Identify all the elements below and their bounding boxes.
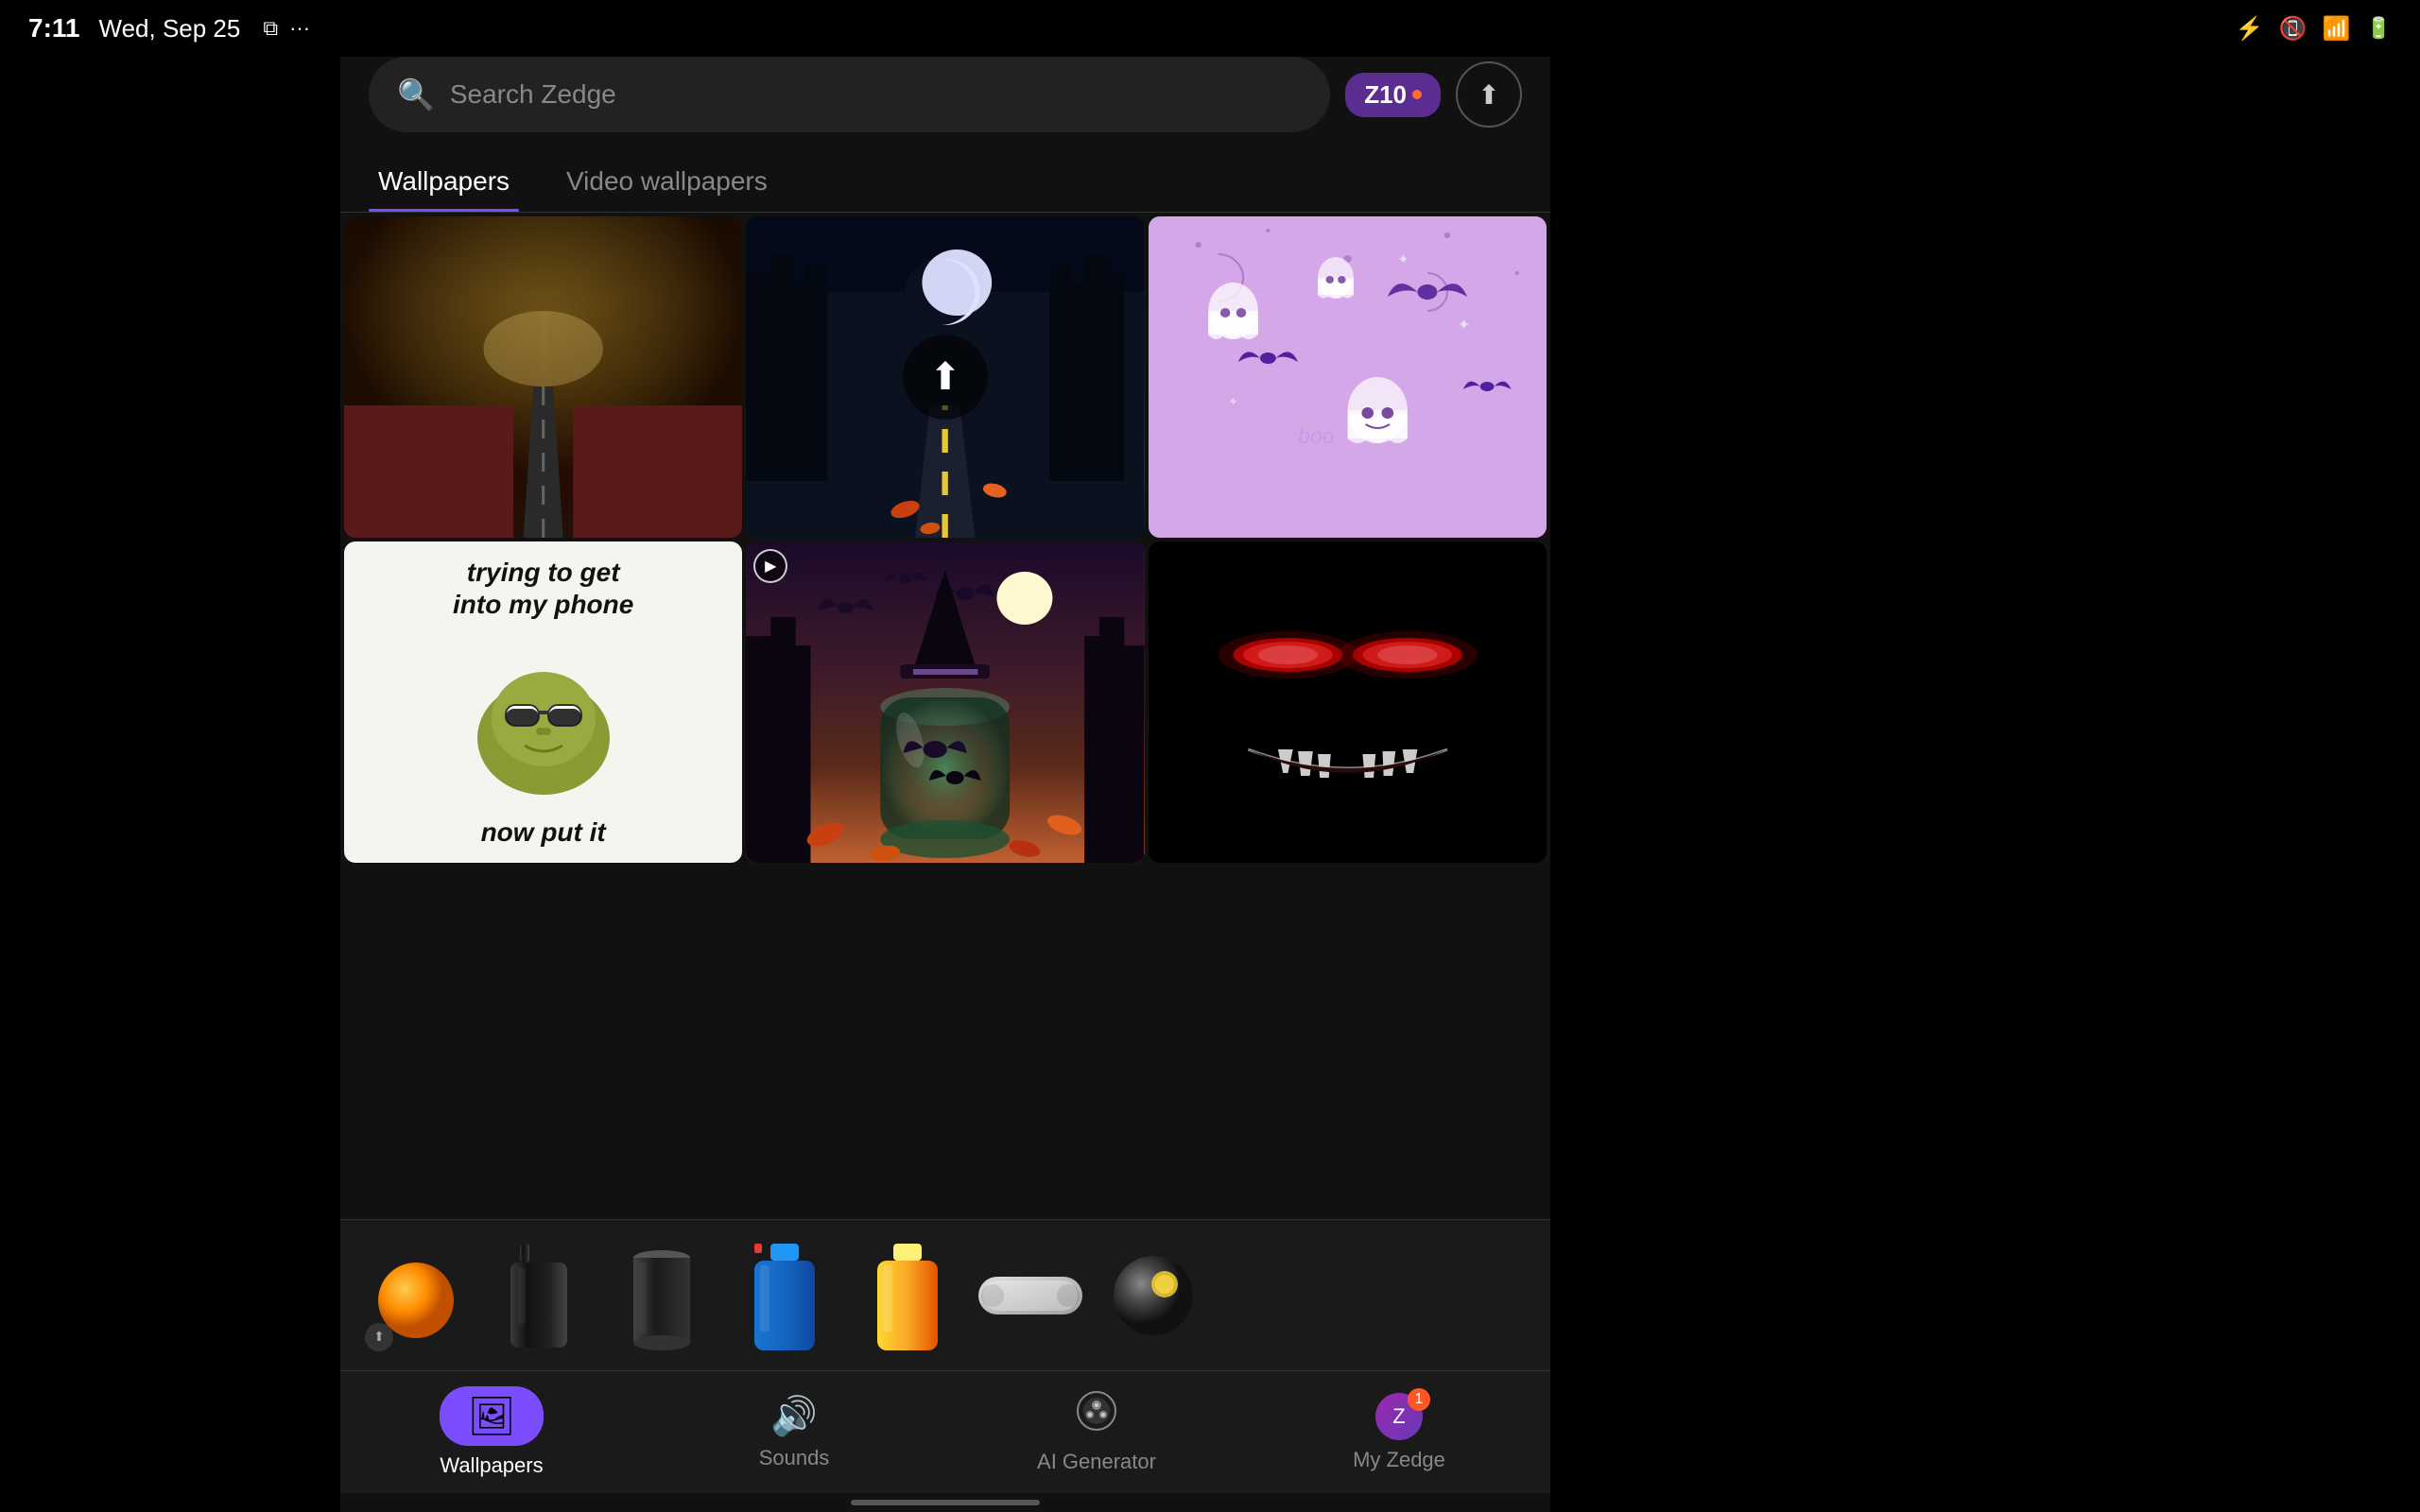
my-zedge-avatar-icon: Z — [1392, 1404, 1405, 1429]
wallpapers-nav-icon: 🖼 — [468, 1396, 516, 1437]
wallpapers-nav-icon-container: 🖼 — [440, 1386, 544, 1446]
app-container: ··· 🔍 Search Zedge Z10 ⬆ Wallpapers Vide… — [340, 0, 1550, 1512]
my-zedge-nav-icon-container: Z 1 — [1375, 1393, 1423, 1440]
bluetooth-icon: ⚡ — [2236, 15, 2264, 43]
product-item-black-bottle[interactable] — [482, 1234, 596, 1357]
wallpaper-cell-moonlit-road[interactable]: ⬆ — [746, 216, 1144, 538]
wallpaper-cell-halloween[interactable]: ▶ — [746, 541, 1144, 863]
wallpaper-cell-ghost-pattern[interactable]: boo ✦ ✦ ✦ — [1149, 216, 1547, 538]
z-credits-label: Z10 — [1364, 80, 1407, 110]
product-item-white-device[interactable] — [974, 1234, 1087, 1357]
my-zedge-notification-badge: 1 — [1408, 1388, 1430, 1411]
copy-icon: ⧉ — [263, 16, 278, 41]
ai-gen-nav-icon-container — [1076, 1390, 1118, 1442]
nav-item-wallpapers[interactable]: 🖼 Wallpapers — [340, 1386, 643, 1478]
tab-wallpapers-label: Wallpapers — [378, 166, 510, 196]
bottom-nav: 🖼 Wallpapers 🔊 Sounds — [340, 1370, 1550, 1493]
wallpaper-image-meme: trying to getinto my phone — [344, 541, 742, 863]
wallpaper-cell-meme[interactable]: trying to getinto my phone — [344, 541, 742, 863]
ai-gen-nav-label: AI Generator — [1037, 1450, 1156, 1474]
ai-gen-nav-icon — [1076, 1390, 1118, 1442]
sounds-nav-icon-container: 🔊 — [770, 1394, 818, 1438]
search-input[interactable]: Search Zedge — [450, 79, 616, 110]
no-signal-icon: 📵 — [2279, 15, 2308, 43]
meme-frog-svg — [449, 634, 638, 804]
home-bar — [851, 1500, 1040, 1505]
status-time: 7:11 — [28, 13, 80, 43]
svg-text:✦: ✦ — [1228, 395, 1238, 408]
status-date: Wed, Sep 25 — [99, 14, 241, 43]
wallpaper-image-stormy-road — [344, 216, 742, 538]
product-item-orange-ball[interactable]: ⬆ — [359, 1234, 473, 1357]
svg-text:✦: ✦ — [1397, 252, 1409, 267]
wallpaper-grid: ⬆ — [340, 213, 1550, 867]
product-item-blue-bottle[interactable] — [728, 1234, 841, 1357]
tab-wallpapers[interactable]: Wallpapers — [369, 151, 519, 212]
meme-bottom-text: now put it — [481, 817, 606, 848]
meme-top-text: trying to getinto my phone — [453, 557, 633, 620]
sounds-nav-icon: 🔊 — [770, 1394, 818, 1438]
product-item-dark-ball[interactable] — [1097, 1234, 1210, 1357]
product-item-yellow-bottle[interactable] — [851, 1234, 964, 1357]
product-strip: ⬆ — [340, 1219, 1550, 1370]
my-zedge-nav-label: My Zedge — [1353, 1448, 1445, 1472]
tab-video-wallpapers[interactable]: Video wallpapers — [557, 151, 777, 212]
wallpaper-grid-area: ⬆ — [340, 213, 1550, 1219]
tab-video-wallpapers-label: Video wallpapers — [566, 166, 768, 196]
nav-item-my-zedge[interactable]: Z 1 My Zedge — [1248, 1393, 1550, 1472]
status-icons: ⧉ ··· — [263, 16, 310, 41]
product-upload-icon: ⬆ — [365, 1323, 393, 1351]
upload-icon-button[interactable]: ⬆ — [1456, 61, 1522, 128]
wallpapers-nav-label: Wallpapers — [440, 1453, 543, 1478]
more-icon: ··· — [289, 16, 310, 41]
wifi-icon: 📶 — [2323, 15, 2351, 43]
wallpapers-nav-icon-bg: 🖼 — [440, 1386, 544, 1446]
status-right-icons: ⚡ 📵 📶 🔋 — [2236, 15, 2392, 43]
status-bar: 7:11 Wed, Sep 25 ⧉ ··· ⚡ 📵 📶 🔋 — [0, 0, 2420, 57]
wallpaper-cell-stormy-road[interactable] — [344, 216, 742, 538]
z-badge-dot — [1412, 90, 1422, 99]
wallpaper-image-ghost: boo ✦ ✦ ✦ — [1149, 216, 1547, 538]
tabs-area: Wallpapers Video wallpapers — [340, 151, 1550, 213]
search-icon: 🔍 — [397, 77, 435, 112]
my-zedge-avatar: Z 1 — [1375, 1393, 1423, 1440]
wallpaper-cell-evil-face[interactable] — [1149, 541, 1547, 863]
z-credits-badge[interactable]: Z10 — [1345, 73, 1441, 117]
battery-icon: 🔋 — [2366, 16, 2392, 41]
wallpaper-image-evil-face — [1149, 541, 1547, 863]
upload-icon: ⬆ — [1478, 79, 1499, 111]
wallpaper-image-halloween: ▶ — [746, 541, 1144, 863]
product-item-black-cylinder[interactable] — [605, 1234, 718, 1357]
sounds-nav-label: Sounds — [759, 1446, 830, 1470]
search-bar[interactable]: 🔍 Search Zedge — [369, 57, 1330, 132]
upload-overlay[interactable]: ⬆ — [903, 335, 988, 420]
home-indicator — [340, 1493, 1550, 1512]
nav-item-ai-generator[interactable]: AI Generator — [945, 1390, 1248, 1474]
nav-item-sounds[interactable]: 🔊 Sounds — [643, 1394, 945, 1470]
svg-text:✦: ✦ — [1457, 317, 1470, 334]
svg-text:boo: boo — [1298, 425, 1335, 448]
